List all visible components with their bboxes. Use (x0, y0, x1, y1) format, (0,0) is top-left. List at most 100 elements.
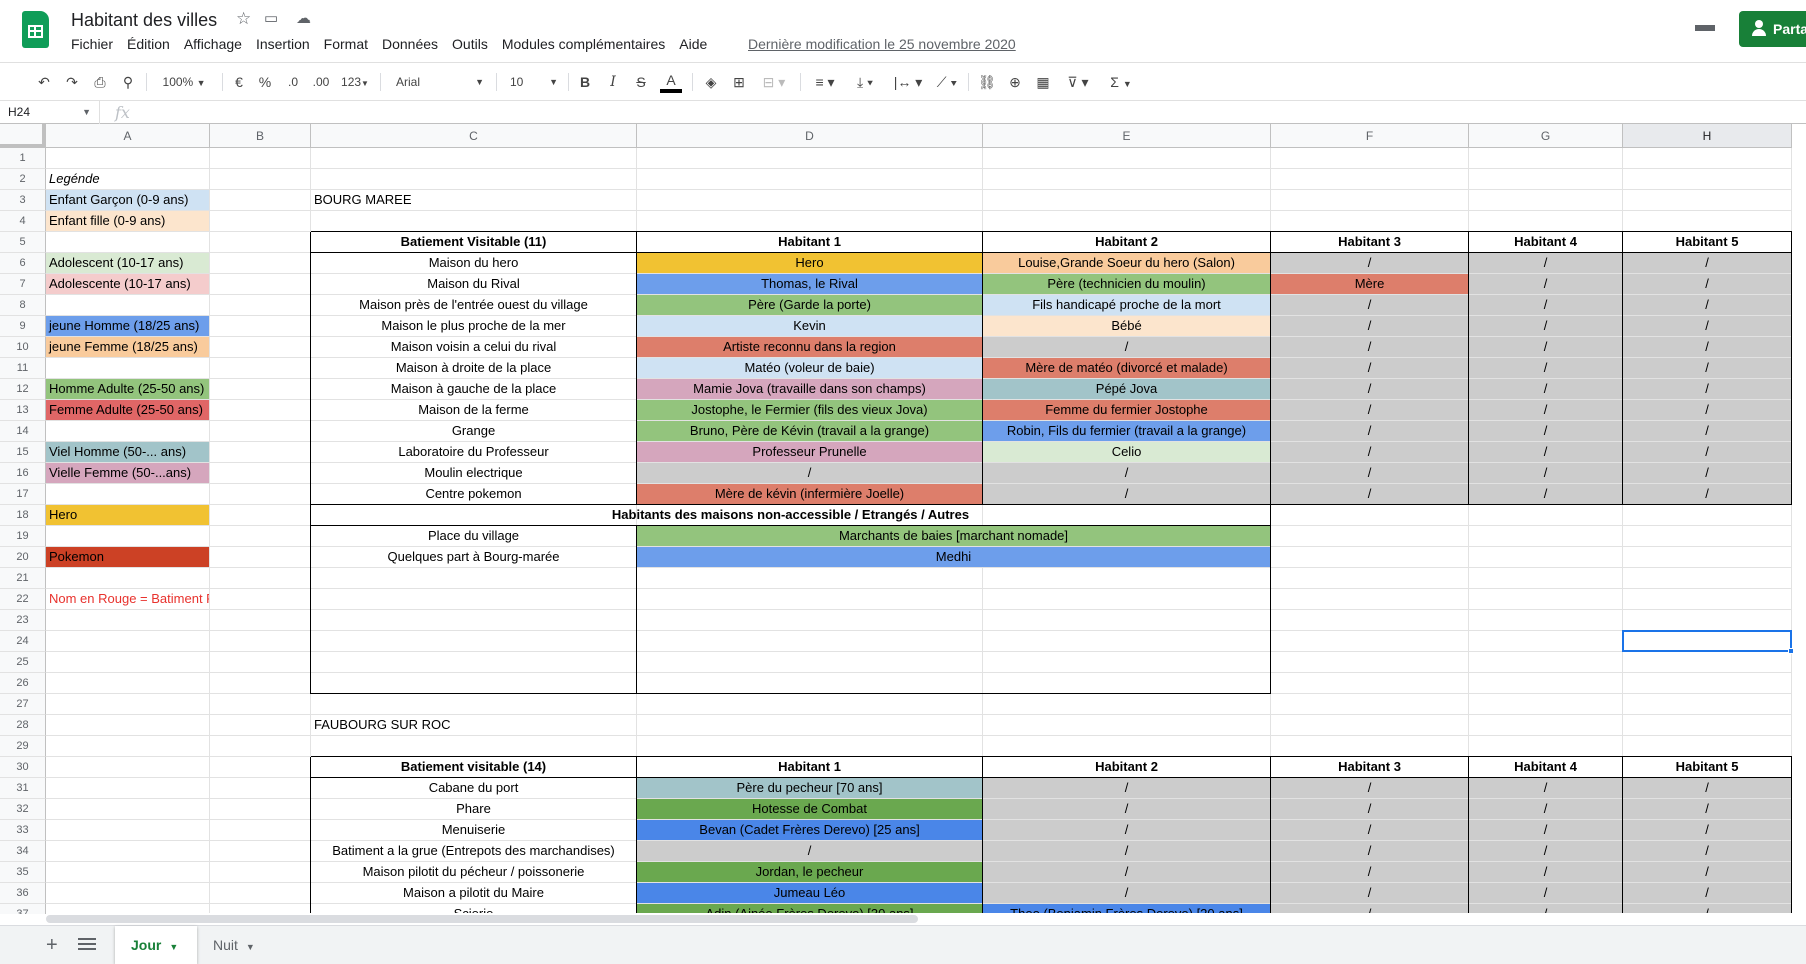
cell-f10[interactable]: / (1271, 337, 1468, 357)
cell-g10[interactable]: / (1469, 337, 1622, 357)
text-color-button[interactable]: A (660, 71, 682, 93)
row-header-27[interactable]: 27 (0, 694, 46, 715)
row-header-4[interactable]: 4 (0, 211, 46, 232)
cell-h36[interactable]: / (1623, 883, 1791, 903)
cell-h6[interactable]: / (1623, 253, 1791, 273)
last-edit-link[interactable]: Dernière modification le 25 novembre 202… (748, 36, 1016, 52)
cell-e35[interactable]: / (983, 862, 1270, 882)
sheet-tab-nuit[interactable]: Nuit ▼ (197, 926, 279, 964)
cell-h14[interactable]: / (1623, 421, 1791, 441)
cell-c18[interactable]: Habitants des maisons non-accessible / E… (311, 505, 1270, 525)
cell-c7[interactable]: Maison du Rival (311, 274, 636, 294)
cell-c32[interactable]: Phare (311, 799, 636, 819)
cell-h17[interactable]: / (1623, 484, 1791, 504)
cell-h30[interactable]: Habitant 5 (1623, 757, 1791, 777)
scrollbar-thumb[interactable] (46, 915, 918, 923)
paint-format-icon[interactable]: ⚲ (118, 71, 138, 93)
row-header-12[interactable]: 12 (0, 379, 46, 400)
all-sheets-menu-icon[interactable] (78, 936, 96, 952)
cell-h5[interactable]: Habitant 5 (1623, 232, 1791, 252)
cell-d12[interactable]: Mamie Jova (travaille dans son champs) (637, 379, 982, 399)
row-header-33[interactable]: 33 (0, 820, 46, 841)
cell-a6[interactable]: Adolescent (10-17 ans) (46, 253, 209, 273)
cell-c20[interactable]: Quelques part à Bourg-marée (311, 547, 636, 567)
cell-f5[interactable]: Habitant 3 (1271, 232, 1468, 252)
cell-g8[interactable]: / (1469, 295, 1622, 315)
cell-e17[interactable]: / (983, 484, 1270, 504)
row-header-26[interactable]: 26 (0, 673, 46, 694)
cell-c13[interactable]: Maison de la ferme (311, 400, 636, 420)
cell-a15[interactable]: Viel Homme (50-... ans) (46, 442, 209, 462)
column-header-b[interactable]: B (210, 124, 311, 148)
cell-d17[interactable]: Mère de kévin (infermière Joelle) (637, 484, 982, 504)
row-header-18[interactable]: 18 (0, 505, 46, 526)
cell-c16[interactable]: Moulin electrique (311, 463, 636, 483)
cell-f7[interactable]: Mère (1271, 274, 1468, 294)
cell-a3[interactable]: Enfant Garçon (0-9 ans) (46, 190, 209, 210)
cell-a7[interactable]: Adolescente (10-17 ans) (46, 274, 209, 294)
cell-e8[interactable]: Fils handicapé proche de la mort (983, 295, 1270, 315)
cell-e31[interactable]: / (983, 778, 1270, 798)
cloud-status-icon[interactable]: ☁ (296, 9, 311, 29)
cell-f14[interactable]: / (1271, 421, 1468, 441)
column-header-a[interactable]: A (46, 124, 210, 148)
sheet-tab-jour[interactable]: Jour ▼ (115, 926, 197, 964)
menu-aide[interactable]: Aide (672, 35, 714, 55)
cell-c19[interactable]: Place du village (311, 526, 636, 546)
cell-c36[interactable]: Maison a pilotit du Maire (311, 883, 636, 903)
bold-button[interactable]: B (576, 71, 594, 93)
insert-link-icon[interactable]: ⛓ (976, 71, 998, 93)
sheet-grid[interactable]: ABCDEFGH 1 2 3 4 5 6 7 8 9 10 11 12 13 14 15 16 17 18 19 20… (0, 124, 1806, 914)
decrease-decimal-button[interactable]: .0 (282, 71, 304, 93)
cell-c5[interactable]: Batiement Visitable (11) (311, 232, 636, 252)
cell-h31[interactable]: / (1623, 778, 1791, 798)
cell-a16[interactable]: Vielle Femme (50-...ans) (46, 463, 209, 483)
column-header-h[interactable]: H (1623, 124, 1792, 148)
row-header-5[interactable]: 5 (0, 232, 46, 253)
menu-fichier[interactable]: Fichier (64, 35, 120, 55)
row-header-14[interactable]: 14 (0, 421, 46, 442)
column-header-g[interactable]: G (1469, 124, 1623, 148)
cell-f12[interactable]: / (1271, 379, 1468, 399)
cell-e13[interactable]: Femme du fermier Jostophe (983, 400, 1270, 420)
row-header-23[interactable]: 23 (0, 610, 46, 631)
cell-c14[interactable]: Grange (311, 421, 636, 441)
cell-h7[interactable]: / (1623, 274, 1791, 294)
cell-c31[interactable]: Cabane du port (311, 778, 636, 798)
row-header-21[interactable]: 21 (0, 568, 46, 589)
row-header-11[interactable]: 11 (0, 358, 46, 379)
cell-e9[interactable]: Bébé (983, 316, 1270, 336)
cell-d31[interactable]: Père du pecheur [70 ans] (637, 778, 982, 798)
cell-f8[interactable]: / (1271, 295, 1468, 315)
cell-f32[interactable]: / (1271, 799, 1468, 819)
sheets-logo-icon[interactable] (22, 11, 49, 48)
cell-e7[interactable]: Père (technicien du moulin) (983, 274, 1270, 294)
cell-d36[interactable]: Jumeau Léo (637, 883, 982, 903)
cell-e34[interactable]: / (983, 841, 1270, 861)
cell-c8[interactable]: Maison près de l'entrée ouest du village (311, 295, 636, 315)
cell-f33[interactable]: / (1271, 820, 1468, 840)
merge-cells-icon[interactable]: ⊟ ▾ (756, 71, 792, 93)
cell-c35[interactable]: Maison pilotit du pécheur / poissonerie (311, 862, 636, 882)
borders-icon[interactable]: ⊞ (728, 71, 750, 93)
row-header-22[interactable]: 22 (0, 589, 46, 610)
cell-c33[interactable]: Menuiserie (311, 820, 636, 840)
cell-a9[interactable]: jeune Homme (18/25 ans) (46, 316, 209, 336)
cell-f34[interactable]: / (1271, 841, 1468, 861)
cell-g32[interactable]: / (1469, 799, 1622, 819)
more-formats-button[interactable]: 123▼ (338, 71, 372, 93)
functions-button[interactable]: Σ ▼ (1106, 71, 1136, 93)
cell-a18[interactable]: Hero (46, 505, 209, 525)
row-header-10[interactable]: 10 (0, 337, 46, 358)
cell-g11[interactable]: / (1469, 358, 1622, 378)
cell-d11[interactable]: Matéo (voleur de baie) (637, 358, 982, 378)
zoom-select[interactable]: 100% ▼ (156, 71, 212, 93)
cell-h9[interactable]: / (1623, 316, 1791, 336)
cell-c9[interactable]: Maison le plus proche de la mer (311, 316, 636, 336)
horizontal-scrollbar[interactable] (46, 913, 1806, 925)
row-header-13[interactable]: 13 (0, 400, 46, 421)
cell-d15[interactable]: Professeur Prunelle (637, 442, 982, 462)
row-header-31[interactable]: 31 (0, 778, 46, 799)
row-header-37[interactable]: 37 (0, 904, 46, 914)
cell-g34[interactable]: / (1469, 841, 1622, 861)
